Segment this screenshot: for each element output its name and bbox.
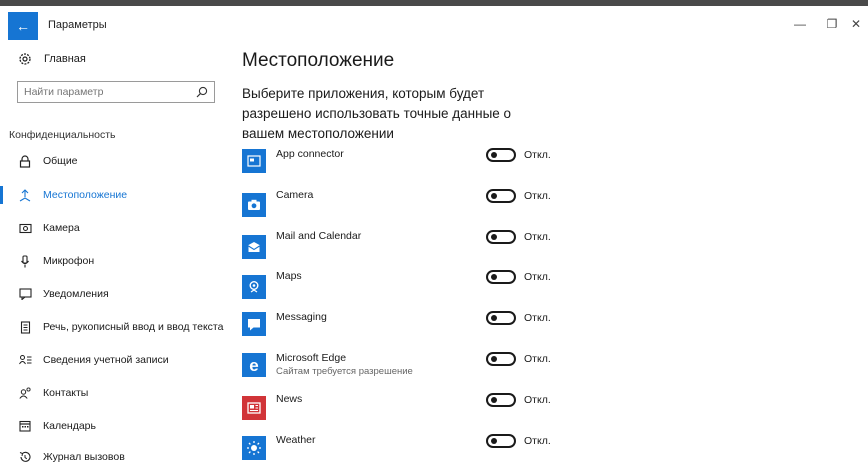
app-name: Camera [276, 189, 314, 201]
sidebar-item-calendar[interactable]: Календарь [0, 413, 232, 439]
maps-icon [242, 275, 266, 299]
gear-icon [19, 53, 31, 65]
news-icon [242, 396, 266, 420]
active-indicator [0, 186, 3, 204]
sidebar-item-location[interactable]: Местоположение [0, 182, 232, 208]
back-button[interactable]: ← [8, 12, 38, 40]
back-arrow-icon: ← [16, 18, 30, 34]
app-name: News [276, 393, 303, 405]
home-link[interactable]: Главная [18, 52, 86, 66]
sidebar-item-label: Календарь [43, 420, 96, 432]
close-button[interactable]: ✕ [848, 17, 864, 31]
app-row: Camera Откл. [242, 188, 852, 224]
main-content: Местоположение Выберите приложения, кото… [242, 38, 852, 470]
app-row: Maps Откл. [242, 269, 852, 305]
location-toggle[interactable] [486, 311, 516, 325]
title-bar: ← Параметры — ❐ ✕ [0, 6, 868, 40]
sidebar-item-account-info[interactable]: Сведения учетной записи [0, 347, 232, 373]
sidebar-item-call-history[interactable]: Журнал вызовов [0, 444, 232, 470]
location-toggle[interactable] [486, 393, 516, 407]
location-toggle[interactable] [486, 230, 516, 244]
page-title: Местоположение [242, 50, 395, 71]
sidebar-item-general[interactable]: Общие [0, 148, 232, 174]
location-icon [18, 188, 32, 202]
speech-icon [18, 320, 32, 334]
home-label: Главная [44, 53, 86, 65]
location-toggle[interactable] [486, 352, 516, 366]
lock-icon [18, 154, 32, 168]
toggle-state-label: Откл. [524, 231, 551, 243]
app-name: Maps [276, 270, 302, 282]
camera-icon [18, 221, 32, 235]
minimize-button[interactable]: — [792, 17, 808, 31]
sidebar-item-label: Микрофон [43, 255, 95, 267]
location-toggle[interactable] [486, 148, 516, 162]
account-info-icon [18, 353, 32, 367]
search-input[interactable] [24, 85, 184, 99]
window-title: Параметры [48, 19, 107, 31]
app-name: Weather [276, 434, 316, 446]
app-connector-icon [242, 149, 266, 173]
toggle-state-label: Откл. [524, 190, 551, 202]
sidebar-item-label: Камера [43, 222, 80, 234]
search-box[interactable] [17, 81, 215, 103]
search-icon [196, 86, 208, 98]
sidebar: Главная Конфиденциальность Общие Местопо… [0, 38, 232, 470]
weather-icon [242, 436, 266, 460]
edge-icon: e [242, 353, 266, 377]
toggle-state-label: Откл. [524, 353, 551, 365]
sidebar-item-label: Журнал вызовов [43, 451, 125, 463]
app-name: Mail and Calendar [276, 230, 362, 242]
call-history-icon [18, 450, 32, 464]
location-toggle[interactable] [486, 434, 516, 448]
sidebar-item-microphone[interactable]: Микрофон [0, 248, 232, 274]
notification-icon [18, 287, 32, 301]
toggle-state-label: Откл. [524, 149, 551, 161]
sidebar-item-label: Общие [43, 155, 78, 167]
app-name: Microsoft Edge [276, 352, 347, 364]
sidebar-item-speech[interactable]: Речь, рукописный ввод и ввод текста [0, 314, 232, 340]
calendar-icon [18, 419, 32, 433]
contacts-icon [18, 386, 32, 400]
app-permission-note: Сайтам требуется разрешение [276, 366, 413, 377]
app-name: App connector [276, 148, 344, 160]
mail-icon [242, 235, 266, 259]
app-row: App connector Откл. [242, 147, 852, 183]
messaging-icon [242, 312, 266, 336]
location-toggle[interactable] [486, 189, 516, 203]
sidebar-item-label: Сведения учетной записи [43, 354, 169, 366]
sidebar-item-label: Контакты [43, 387, 89, 399]
sidebar-item-label: Местоположение [43, 189, 128, 201]
toggle-state-label: Откл. [524, 435, 551, 447]
app-row: News Откл. [242, 392, 852, 428]
toggle-state-label: Откл. [524, 394, 551, 406]
section-label: Конфиденциальность [9, 129, 116, 141]
location-toggle[interactable] [486, 270, 516, 284]
sidebar-item-label: Уведомления [43, 288, 109, 300]
app-row: e Microsoft Edge Сайтам требуется разреш… [242, 351, 852, 387]
sidebar-item-notifications[interactable]: Уведомления [0, 281, 232, 307]
camera-app-icon [242, 193, 266, 217]
page-description: Выберите приложения, которым будет разре… [242, 86, 512, 141]
microphone-icon [18, 254, 32, 268]
sidebar-item-contacts[interactable]: Контакты [0, 380, 232, 406]
app-row: Messaging Откл. [242, 310, 852, 346]
maximize-button[interactable]: ❐ [824, 17, 840, 31]
sidebar-item-label: Речь, рукописный ввод и ввод текста [43, 321, 224, 333]
sidebar-item-camera[interactable]: Камера [0, 215, 232, 241]
app-row: Weather Откл. [242, 433, 852, 469]
toggle-state-label: Откл. [524, 271, 551, 283]
toggle-state-label: Откл. [524, 312, 551, 324]
app-name: Messaging [276, 311, 327, 323]
app-row: Mail and Calendar Откл. [242, 229, 852, 265]
